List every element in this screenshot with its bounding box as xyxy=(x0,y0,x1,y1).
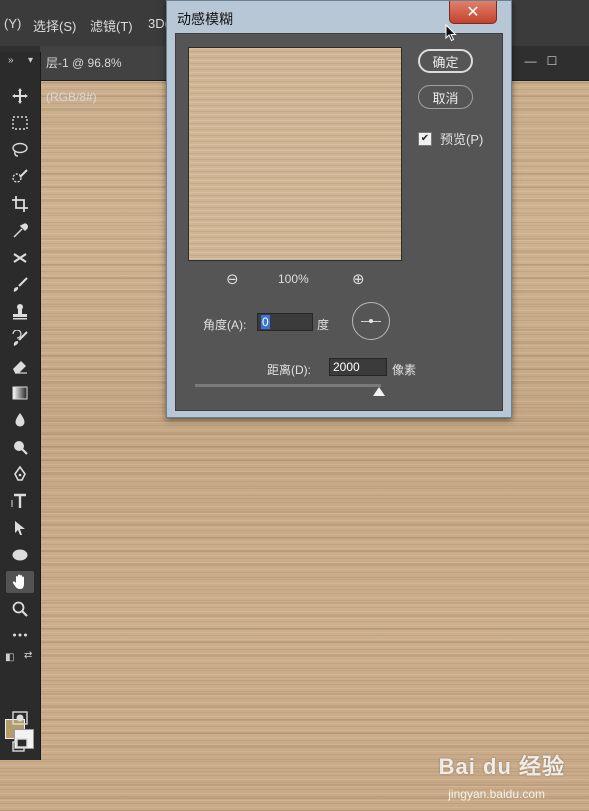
panel-menu-icon[interactable]: ▾ xyxy=(28,55,33,66)
stamp-icon[interactable] xyxy=(6,301,34,323)
screen-mode-icon[interactable] xyxy=(6,734,34,756)
dialog-body: ⊖ 100% ⊕ 确定 取消 ✔ 预览(P) 角度(A): 0 度 距离(D):… xyxy=(175,33,503,411)
ok-button[interactable]: 确定 xyxy=(418,49,473,73)
menu-item-type[interactable]: (Y) xyxy=(4,16,21,31)
angle-dial-center xyxy=(369,319,373,323)
watermark-brand: Bai du 经验 xyxy=(438,754,565,779)
cancel-button[interactable]: 取消 xyxy=(418,85,473,109)
panel-expand-icon[interactable]: » xyxy=(8,55,14,66)
distance-unit: 像素 xyxy=(392,363,417,377)
gradient-icon[interactable] xyxy=(6,382,34,404)
brush-icon[interactable] xyxy=(6,274,34,296)
dodge-icon[interactable] xyxy=(6,436,34,458)
preview-checkbox[interactable]: ✔ xyxy=(418,131,432,146)
marquee-icon[interactable] xyxy=(6,112,34,134)
history-brush-icon[interactable] xyxy=(6,328,34,350)
menu-item-filter[interactable]: 滤镜(T) xyxy=(90,16,133,35)
blur-icon[interactable] xyxy=(6,409,34,431)
type-icon[interactable] xyxy=(6,490,34,512)
pen-icon[interactable] xyxy=(6,463,34,485)
zoom-out-icon[interactable]: ⊖ xyxy=(226,270,239,288)
swap-colors-icon[interactable]: ⇄ xyxy=(24,650,32,661)
dialog-title: 动感模糊 xyxy=(177,11,233,27)
hand-icon[interactable] xyxy=(6,571,34,593)
menu-item-select[interactable]: 选择(S) xyxy=(33,16,76,35)
blur-preview[interactable] xyxy=(188,47,402,261)
angle-input[interactable]: 0 xyxy=(257,313,313,331)
baidu-watermark: Bai du 经验 xyxy=(439,749,565,781)
eyedropper-icon[interactable] xyxy=(6,220,34,242)
mouse-cursor-icon xyxy=(445,23,457,47)
healing-brush-icon[interactable] xyxy=(6,247,34,269)
distance-label: 距离(D): xyxy=(267,363,311,377)
zoom-level: 100% xyxy=(278,272,309,286)
ellipse-icon[interactable] xyxy=(6,544,34,566)
preview-checkbox-label: 预览(P) xyxy=(440,132,484,147)
angle-dial[interactable] xyxy=(352,302,390,340)
tools-panel: » ▾ ◧ ⇄ xyxy=(0,52,41,760)
angle-unit: 度 xyxy=(317,318,330,332)
more-tools-icon[interactable] xyxy=(6,624,34,646)
quick-mask-icon[interactable] xyxy=(6,707,34,729)
distance-slider-thumb[interactable] xyxy=(373,387,385,396)
move-icon[interactable] xyxy=(6,85,34,107)
lasso-icon[interactable] xyxy=(6,139,34,161)
default-colors-icon[interactable]: ◧ xyxy=(5,652,14,663)
quick-select-icon[interactable] xyxy=(6,166,34,188)
path-select-icon[interactable] xyxy=(6,517,34,539)
minimize-icon[interactable]: — xyxy=(522,54,540,68)
angle-label: 角度(A): xyxy=(203,318,247,332)
angle-value: 0 xyxy=(261,315,270,329)
crop-icon[interactable] xyxy=(6,193,34,215)
zoom-icon[interactable] xyxy=(6,598,34,620)
distance-slider-track[interactable] xyxy=(195,384,381,387)
maximize-icon[interactable]: ☐ xyxy=(543,54,561,68)
document-tab[interactable]: 层-1 @ 96.8%(RGB/8#) xyxy=(40,46,170,104)
window-controls: — ☐ xyxy=(522,54,561,68)
distance-input[interactable]: 2000 xyxy=(329,358,387,376)
close-button[interactable]: ✕ xyxy=(449,1,497,24)
preview-checkbox-row[interactable]: ✔ 预览(P) xyxy=(418,129,483,148)
eraser-icon[interactable] xyxy=(6,355,34,377)
motion-blur-dialog: 动感模糊 ✕ ⊖ 100% ⊕ 确定 取消 ✔ 预览(P) 角度(A): 0 度… xyxy=(166,0,512,418)
zoom-in-icon[interactable]: ⊕ xyxy=(352,270,365,288)
watermark-url: jingyan.baidu.com xyxy=(448,787,545,801)
